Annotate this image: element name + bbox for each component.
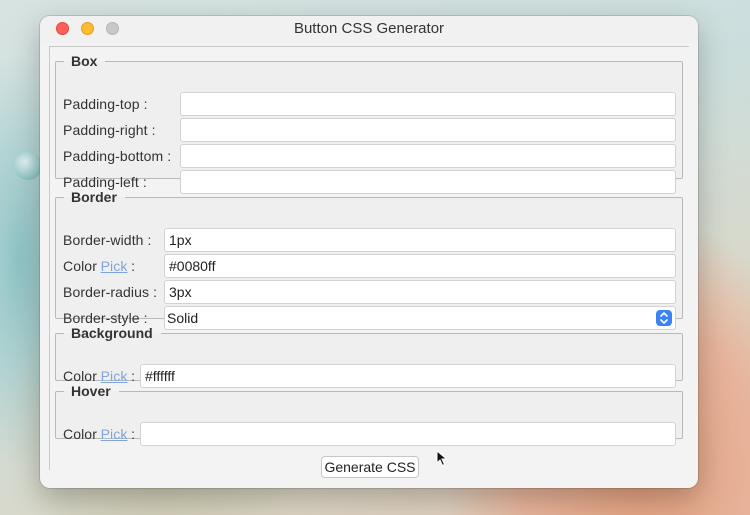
background-color-label: Color: [63, 368, 97, 384]
hover-color-label: Color: [63, 426, 97, 442]
border-color-colon: :: [131, 258, 136, 274]
box-legend: Box: [71, 53, 98, 69]
padding-right-label: Padding-right :: [63, 122, 156, 138]
border-color-label: Color: [63, 258, 97, 274]
border-radius-row: Border-radius :: [63, 280, 157, 304]
border-width-input[interactable]: 1px: [164, 228, 676, 252]
app-window: Button CSS Generator Box Padding-top : P…: [40, 16, 698, 488]
padding-right-row: Padding-right :: [63, 118, 156, 142]
padding-left-label: Padding-left :: [63, 174, 147, 190]
title-bar[interactable]: Button CSS Generator: [40, 16, 698, 43]
updown-arrows-icon: [656, 310, 672, 326]
content-panel: Box Padding-top : Padding-right : Paddin…: [49, 46, 689, 478]
hover-color-colon: :: [131, 426, 136, 442]
border-color-input[interactable]: #0080ff: [164, 254, 676, 278]
border-radius-input[interactable]: 3px: [164, 280, 676, 304]
border-legend: Border: [71, 189, 117, 205]
hover-legend: Hover: [71, 383, 111, 399]
padding-right-input[interactable]: [180, 118, 676, 142]
hover-color-row: Color Pick :: [63, 422, 135, 446]
border-width-label: Border-width :: [63, 232, 152, 248]
border-style-value: Solid: [167, 310, 199, 326]
padding-bottom-row: Padding-bottom :: [63, 144, 171, 168]
padding-bottom-input[interactable]: [180, 144, 676, 168]
background-color-pick-link[interactable]: Pick: [101, 368, 128, 384]
border-color-pick-link[interactable]: Pick: [101, 258, 128, 274]
border-style-label: Border-style :: [63, 310, 148, 326]
padding-top-label: Padding-top :: [63, 96, 148, 112]
padding-bottom-label: Padding-bottom :: [63, 148, 172, 164]
background-color-colon: :: [131, 368, 136, 384]
border-radius-label: Border-radius :: [63, 284, 158, 300]
padding-top-input[interactable]: [180, 92, 676, 116]
border-width-row: Border-width :: [63, 228, 152, 252]
mouse-cursor-icon: [436, 449, 448, 470]
padding-top-row: Padding-top :: [63, 92, 148, 116]
background-legend: Background: [71, 325, 153, 341]
generate-css-button[interactable]: Generate CSS: [321, 456, 419, 478]
border-color-row: Color Pick :: [63, 254, 135, 278]
wallpaper-bubble: [14, 152, 42, 180]
hover-color-input[interactable]: [140, 422, 676, 446]
hover-color-pick-link[interactable]: Pick: [101, 426, 128, 442]
window-title: Button CSS Generator: [293, 20, 445, 37]
